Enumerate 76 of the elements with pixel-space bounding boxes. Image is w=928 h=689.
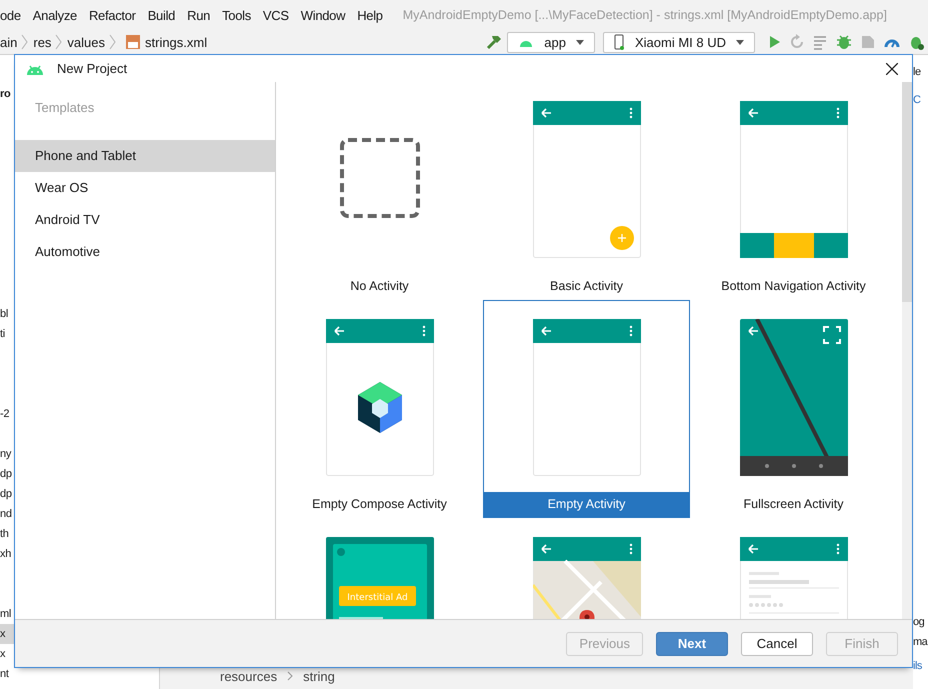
list-icon[interactable] bbox=[813, 34, 828, 50]
close-icon bbox=[886, 62, 898, 74]
file-icon bbox=[125, 34, 141, 50]
category-item[interactable]: Phone and Tablet bbox=[15, 140, 275, 172]
panel-text: og bbox=[913, 615, 924, 630]
hammer-icon[interactable] bbox=[485, 33, 504, 51]
menu-item[interactable]: Refactor bbox=[82, 8, 142, 22]
sidebar-text: x bbox=[0, 624, 14, 644]
phone-icon bbox=[614, 34, 625, 50]
sidebar-text: ny bbox=[0, 447, 12, 462]
caret-icon bbox=[736, 40, 744, 44]
panel-text: le bbox=[913, 65, 921, 80]
play-icon[interactable] bbox=[767, 34, 781, 50]
template-tile[interactable]: Bottom Navigation Activity bbox=[690, 82, 897, 300]
dialog-button[interactable]: Cancel bbox=[741, 632, 813, 656]
scrollbar-thumb[interactable] bbox=[902, 82, 912, 302]
device-label: Xiaomi MI 8 UD bbox=[634, 34, 726, 50]
scrollbar[interactable] bbox=[902, 82, 912, 619]
sidebar-text: -2 bbox=[0, 407, 10, 422]
template-tile[interactable]: No Activity bbox=[276, 82, 483, 300]
sidebar-text: bl bbox=[0, 307, 9, 322]
template-label: Empty Activity bbox=[484, 492, 689, 517]
menu-item[interactable]: Help bbox=[351, 8, 389, 22]
sidebar-text: nd bbox=[0, 507, 13, 522]
breadcrumb[interactable]: res bbox=[33, 34, 52, 50]
template-label: Basic Activity bbox=[549, 278, 624, 295]
sidebar-text: x bbox=[0, 647, 6, 662]
sidebar-heading: Templates bbox=[34, 100, 96, 117]
menu-item[interactable]: ode bbox=[0, 8, 27, 22]
menu-item[interactable]: Run bbox=[181, 8, 216, 22]
menu-item[interactable]: Analyze bbox=[26, 8, 83, 22]
template-tile[interactable]: Empty Activity bbox=[483, 300, 690, 518]
breadcrumb[interactable]: string bbox=[303, 668, 335, 684]
breadcrumb[interactable]: ain bbox=[0, 34, 18, 50]
chevron-icon bbox=[55, 34, 64, 50]
run-config-label: app bbox=[544, 34, 566, 50]
menu-item[interactable]: VCS bbox=[256, 8, 295, 22]
chevron-icon bbox=[21, 34, 30, 50]
sidebar-text: ro bbox=[0, 87, 12, 102]
dialog-button[interactable]: Next bbox=[656, 632, 728, 656]
device-dropdown[interactable]: Xiaomi MI 8 UD bbox=[602, 32, 755, 52]
chevron-icon bbox=[287, 671, 294, 681]
breadcrumb[interactable]: resources bbox=[220, 668, 278, 684]
template-tile[interactable]: Empty Compose Activity bbox=[276, 300, 483, 518]
sidebar-text: ml bbox=[0, 607, 12, 622]
menu-item[interactable]: Window bbox=[294, 8, 352, 22]
menu-item[interactable]: Tools bbox=[216, 8, 257, 22]
panel-text: ma bbox=[913, 635, 928, 650]
rerun-icon[interactable] bbox=[789, 34, 805, 50]
category-item[interactable]: Automotive bbox=[15, 236, 275, 268]
dialog-title: New Project bbox=[57, 61, 128, 76]
sidebar-text: dp bbox=[0, 487, 13, 502]
template-tile[interactable]: Fullscreen Activity bbox=[690, 300, 897, 518]
bug-icon[interactable] bbox=[836, 34, 852, 50]
link[interactable]: ils bbox=[913, 656, 922, 676]
link[interactable]: C bbox=[913, 90, 920, 110]
ad-label: Interstitial Ad bbox=[346, 593, 408, 603]
template-label: Empty Compose Activity bbox=[311, 496, 448, 513]
sidebar-text: dp bbox=[0, 467, 13, 482]
template-label: No Activity bbox=[349, 278, 410, 295]
sidebar-text: nt bbox=[0, 667, 10, 682]
category-item[interactable]: Android TV bbox=[15, 204, 275, 236]
category-item[interactable]: Wear OS bbox=[15, 172, 275, 204]
chevron-icon bbox=[109, 34, 117, 50]
run-config-dropdown[interactable]: app bbox=[507, 32, 595, 52]
template-tile[interactable]: Basic Activity bbox=[483, 82, 690, 300]
caret-icon bbox=[576, 40, 584, 44]
sidebar-text: xh bbox=[0, 547, 12, 562]
template-label: Fullscreen Activity bbox=[742, 496, 845, 513]
breadcrumb[interactable]: strings.xml bbox=[145, 34, 208, 50]
breadcrumb[interactable]: values bbox=[67, 34, 105, 50]
window-title: MyAndroidEmptyDemo [...\MyFaceDetection] - strings.xml [MyAndroidEmptyDemo.app] bbox=[402, 8, 887, 22]
sidebar-text: ti bbox=[0, 327, 6, 342]
menu-item[interactable]: Build bbox=[142, 8, 182, 22]
sidebar-text: th bbox=[0, 527, 10, 542]
template-label: Bottom Navigation Activity bbox=[720, 278, 867, 295]
